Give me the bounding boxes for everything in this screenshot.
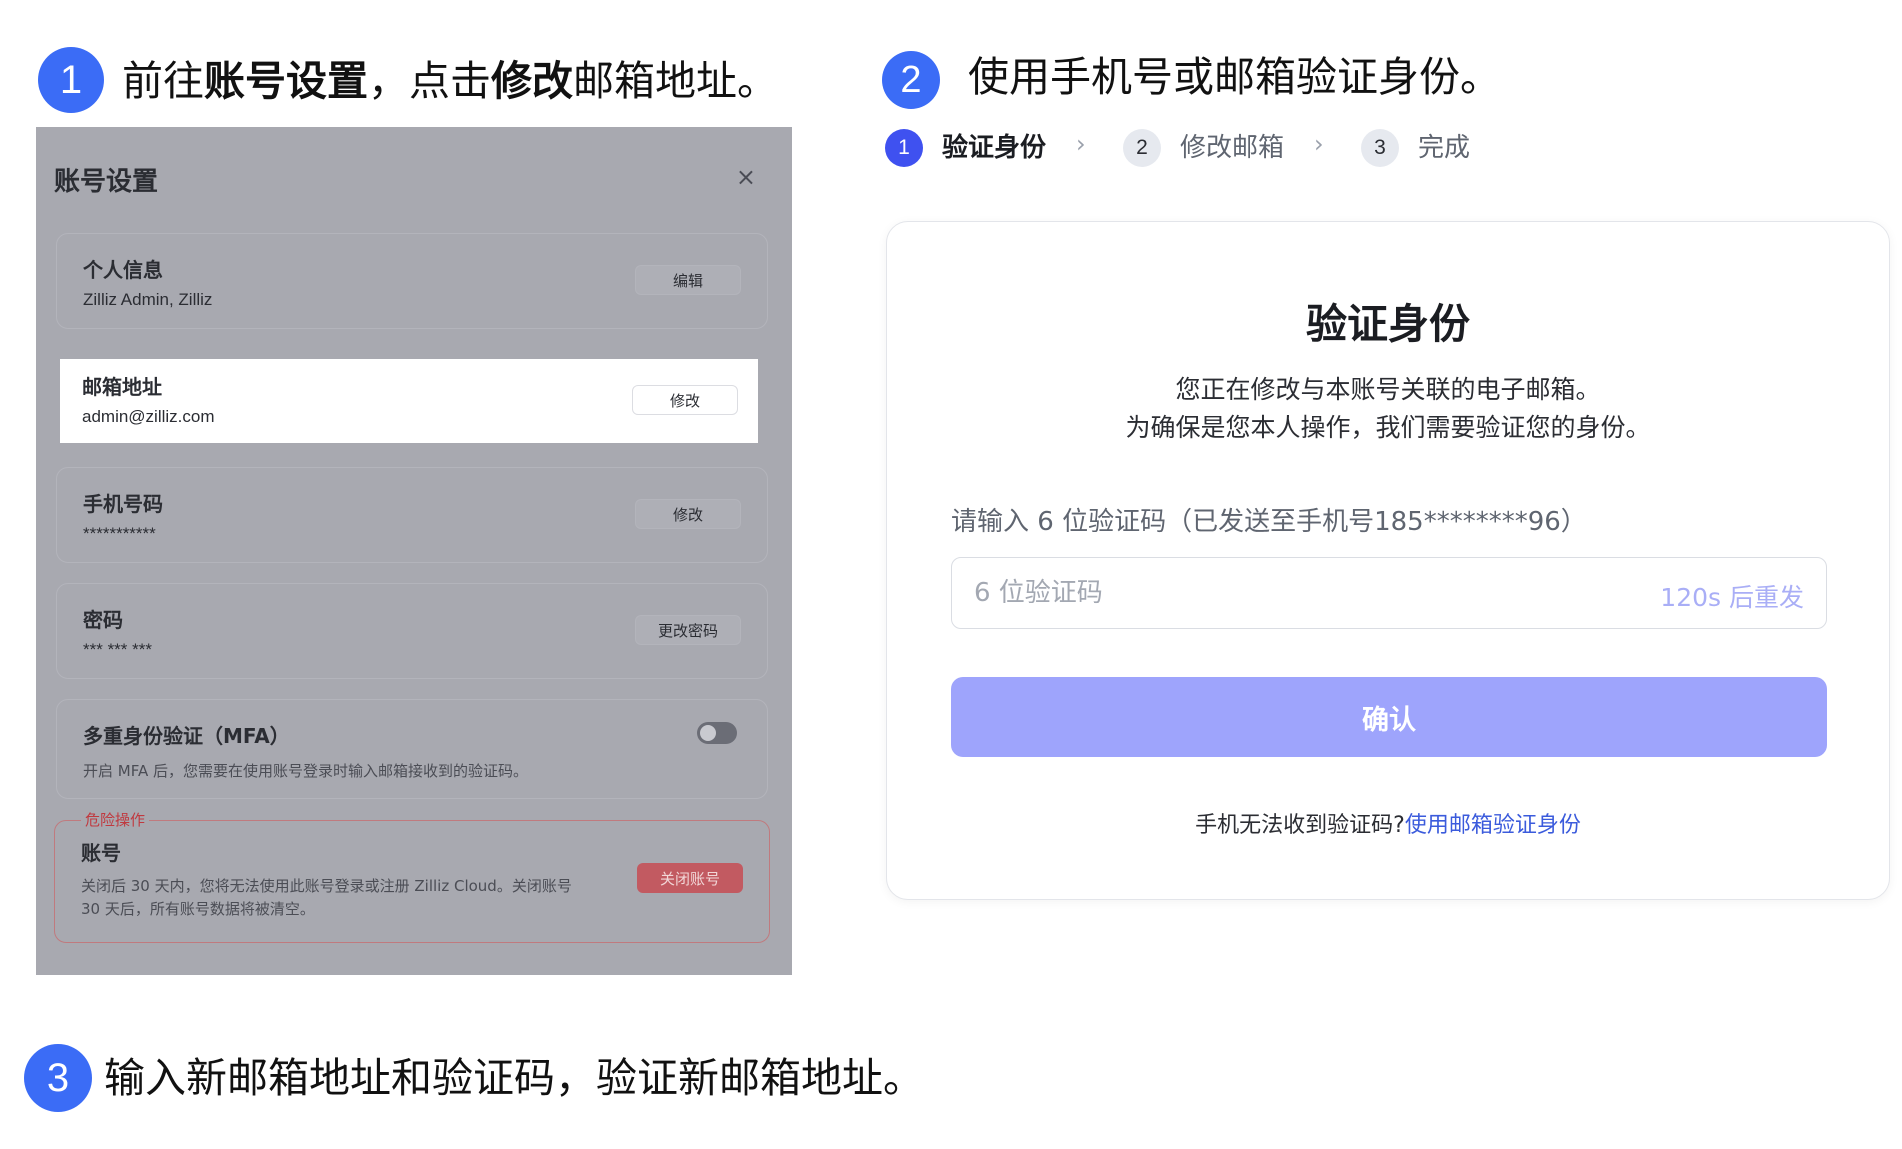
step-1-badge: 1 [38, 47, 104, 113]
phone-label: 手机号码 [83, 492, 163, 516]
code-input-wrapper: 120s 后重发 [951, 557, 1827, 629]
verify-desc-line1: 您正在修改与本账号关联的电子邮箱。 [1175, 375, 1601, 404]
account-settings-title: 账号设置 [54, 167, 159, 197]
mfa-description: 开启 MFA 后，您需要在使用账号登录时输入邮箱接收到的验证码。 [83, 762, 528, 780]
modify-phone-button[interactable]: 修改 [635, 499, 741, 529]
help-text: 手机无法收到验证码? [1195, 813, 1405, 838]
step-1-title-post: 邮箱地址。 [573, 57, 778, 105]
step-1-title-pre: 前往 [122, 57, 204, 105]
email-card: 邮箱地址 admin@zilliz.com 修改 [60, 359, 758, 443]
stepper-label-2: 修改邮箱 [1180, 133, 1285, 163]
mfa-toggle[interactable] [697, 722, 737, 744]
phone-value: *********** [83, 524, 156, 543]
verify-title: 验证身份 [1306, 300, 1470, 348]
profile-card: 个人信息 Zilliz Admin, Zilliz 编辑 [56, 233, 768, 329]
confirm-button[interactable]: 确认 [951, 677, 1827, 757]
stepper-num-1: 1 [885, 129, 923, 167]
email-value: admin@zilliz.com [82, 407, 215, 426]
danger-description-line2: 30 天后，所有账号数据将被清空。 [81, 900, 315, 918]
step-2-title: 使用手机号或邮箱验证身份。 [968, 53, 1501, 101]
edit-profile-button[interactable]: 编辑 [635, 265, 741, 295]
stepper-num-2: 2 [1123, 129, 1161, 167]
step-1-title: 前往账号设置，点击修改邮箱地址。 [122, 56, 778, 106]
verify-by-email-link[interactable]: 使用邮箱验证身份 [1405, 813, 1581, 838]
resend-countdown: 120s 后重发 [1660, 583, 1804, 612]
danger-zone: 危险操作 账号 关闭后 30 天内，您将无法使用此账号登录或注册 Zilliz … [54, 809, 770, 943]
stepper-label-1: 验证身份 [942, 133, 1047, 163]
step-3-title: 输入新邮箱地址和验证码，验证新邮箱地址。 [104, 1054, 924, 1102]
code-prompt: 请输入 6 位验证码（已发送至手机号185********96） [951, 507, 1587, 537]
password-card: 密码 *** *** *** 更改密码 [56, 583, 768, 679]
verify-identity-card: 验证身份 您正在修改与本账号关联的电子邮箱。 为确保是您本人操作，我们需要验证您… [886, 221, 1890, 900]
phone-card: 手机号码 *********** 修改 [56, 467, 768, 563]
profile-label: 个人信息 [83, 258, 163, 282]
code-input[interactable] [974, 558, 1574, 628]
verify-desc-line2: 为确保是您本人操作，我们需要验证您的身份。 [1125, 413, 1651, 442]
stepper-num-3: 3 [1361, 129, 1399, 167]
password-label: 密码 [83, 608, 123, 632]
chevron-right-icon: › [1314, 130, 1324, 158]
step-2-badge: 2 [882, 51, 940, 109]
close-account-button[interactable]: 关闭账号 [637, 863, 743, 893]
help-line: 手机无法收到验证码?使用邮箱验证身份 [887, 807, 1889, 839]
danger-section-label: 危险操作 [81, 809, 150, 830]
change-password-button[interactable]: 更改密码 [635, 615, 741, 645]
mfa-card: 多重身份验证（MFA） 开启 MFA 后，您需要在使用账号登录时输入邮箱接收到的… [56, 699, 768, 799]
modify-email-button[interactable]: 修改 [632, 385, 738, 415]
step-3-badge: 3 [24, 1044, 92, 1112]
stepper-label-3: 完成 [1418, 133, 1471, 163]
step-1-title-mid: ，点击 [368, 57, 491, 105]
password-value: *** *** *** [83, 640, 152, 659]
chevron-right-icon: › [1076, 130, 1086, 158]
danger-description-line1: 关闭后 30 天内，您将无法使用此账号登录或注册 Zilliz Cloud。关闭… [81, 877, 572, 895]
step-1-title-bold-modify: 修改 [491, 57, 573, 105]
mfa-label: 多重身份验证（MFA） [83, 724, 290, 748]
step-1-title-bold-settings: 账号设置 [204, 57, 368, 105]
email-label: 邮箱地址 [82, 375, 162, 399]
danger-account-label: 账号 [81, 841, 121, 865]
close-icon[interactable]: × [736, 163, 756, 191]
profile-value: Zilliz Admin, Zilliz [83, 290, 213, 309]
account-settings-panel: 账号设置 × 个人信息 Zilliz Admin, Zilliz 编辑 邮箱地址… [36, 127, 792, 975]
